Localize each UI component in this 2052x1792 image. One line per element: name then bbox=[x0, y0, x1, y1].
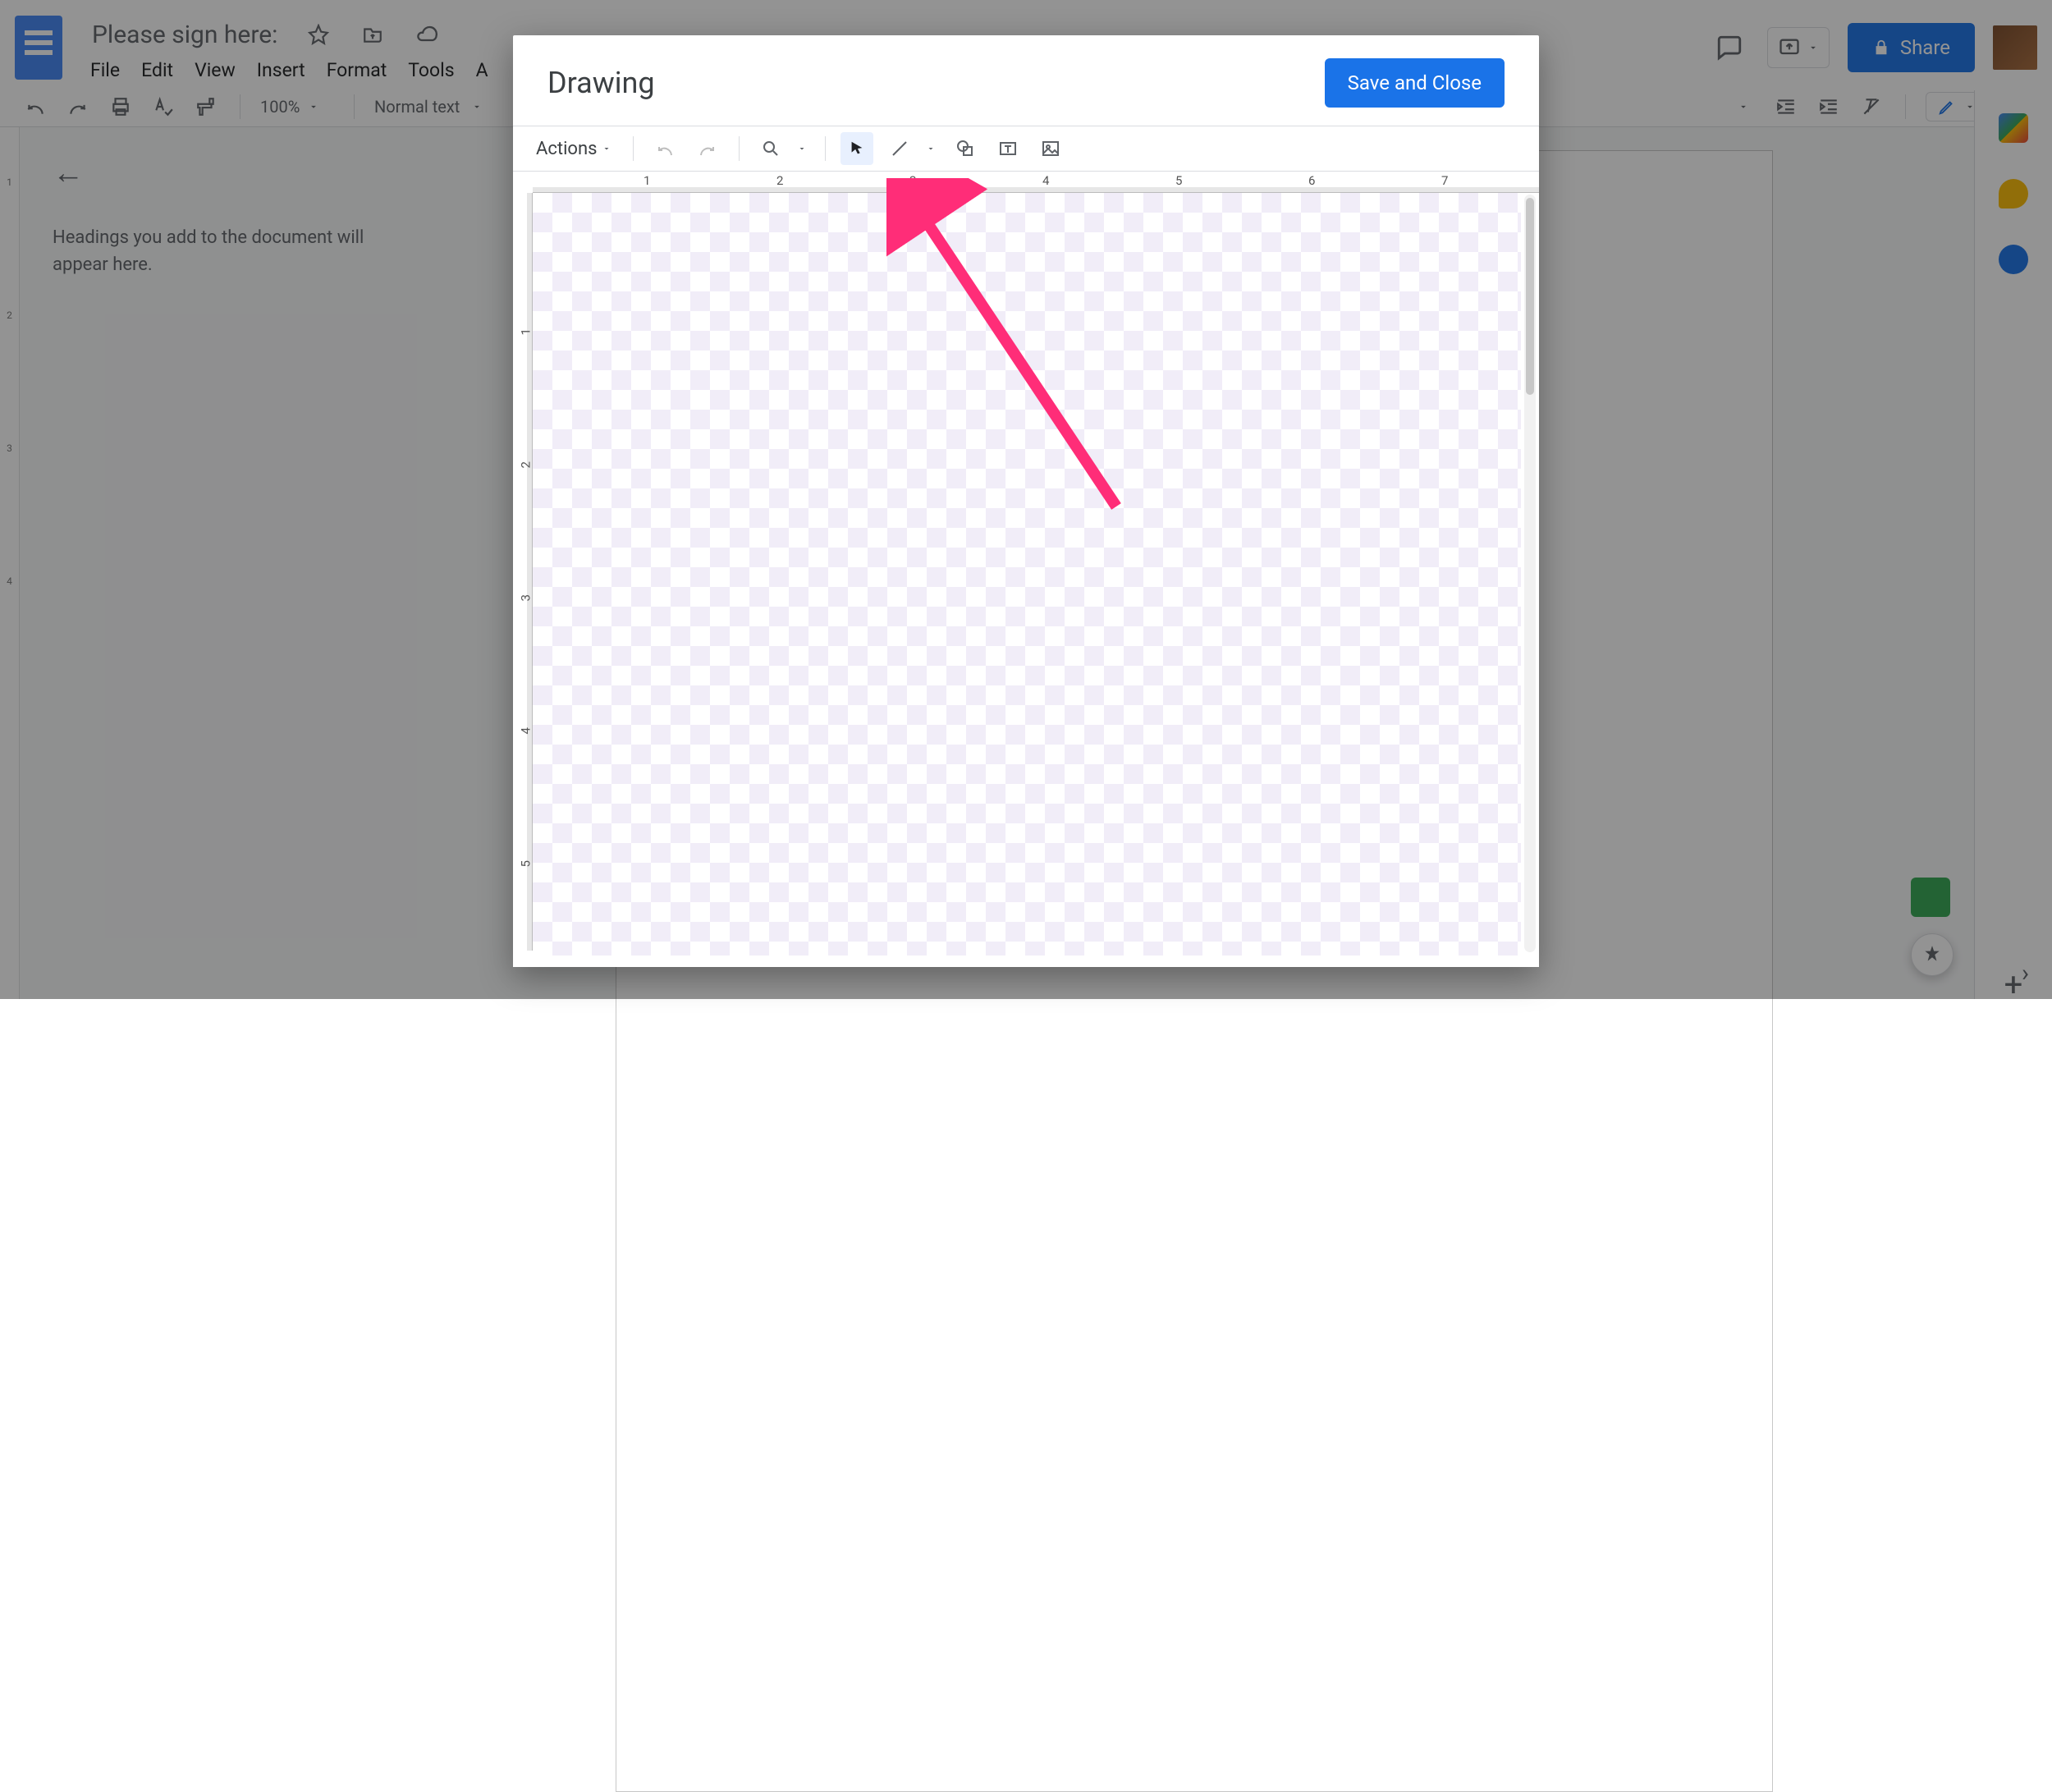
drawing-canvas[interactable] bbox=[533, 193, 1521, 956]
ruler-tick: 3 bbox=[909, 173, 916, 188]
drawing-dialog: Drawing Save and Close Actions bbox=[513, 35, 1539, 967]
zoom-dropdown-icon[interactable] bbox=[797, 144, 810, 154]
image-tool-icon[interactable] bbox=[1034, 132, 1067, 165]
ruler-tick: 4 bbox=[1042, 173, 1049, 188]
ruler-tick: 1 bbox=[644, 173, 650, 188]
drawing-scrollbar[interactable] bbox=[1524, 195, 1536, 952]
ruler-tick: 5 bbox=[518, 860, 533, 867]
ruler-tick: 4 bbox=[518, 727, 533, 734]
drawing-toolbar: Actions bbox=[513, 126, 1539, 172]
redo-icon[interactable] bbox=[691, 132, 724, 165]
line-tool-icon[interactable] bbox=[883, 132, 916, 165]
actions-menu[interactable]: Actions bbox=[536, 139, 618, 159]
save-and-close-button[interactable]: Save and Close bbox=[1325, 58, 1505, 108]
actions-label: Actions bbox=[536, 139, 597, 159]
shape-tool-icon[interactable] bbox=[949, 132, 982, 165]
dialog-title: Drawing bbox=[547, 66, 655, 100]
drawing-horizontal-ruler: 1 2 3 4 5 6 7 bbox=[533, 172, 1539, 193]
textbox-tool-icon[interactable] bbox=[992, 132, 1024, 165]
drawing-vertical-ruler: 1 2 3 4 5 bbox=[513, 193, 533, 951]
ruler-tick: 5 bbox=[1175, 173, 1182, 188]
line-dropdown-icon[interactable] bbox=[926, 144, 939, 154]
ruler-tick: 1 bbox=[518, 328, 533, 335]
chevron-down-icon bbox=[602, 144, 611, 154]
ruler-tick: 2 bbox=[518, 461, 533, 468]
ruler-tick: 3 bbox=[518, 594, 533, 601]
drawing-canvas-area: 1 2 3 4 5 6 7 1 2 3 4 5 bbox=[513, 172, 1539, 967]
ruler-tick: 6 bbox=[1308, 173, 1315, 188]
zoom-tool-icon[interactable] bbox=[754, 132, 787, 165]
undo-icon[interactable] bbox=[648, 132, 681, 165]
ruler-tick: 7 bbox=[1441, 173, 1448, 188]
select-tool-icon[interactable] bbox=[840, 132, 873, 165]
ruler-tick: 2 bbox=[776, 173, 783, 188]
